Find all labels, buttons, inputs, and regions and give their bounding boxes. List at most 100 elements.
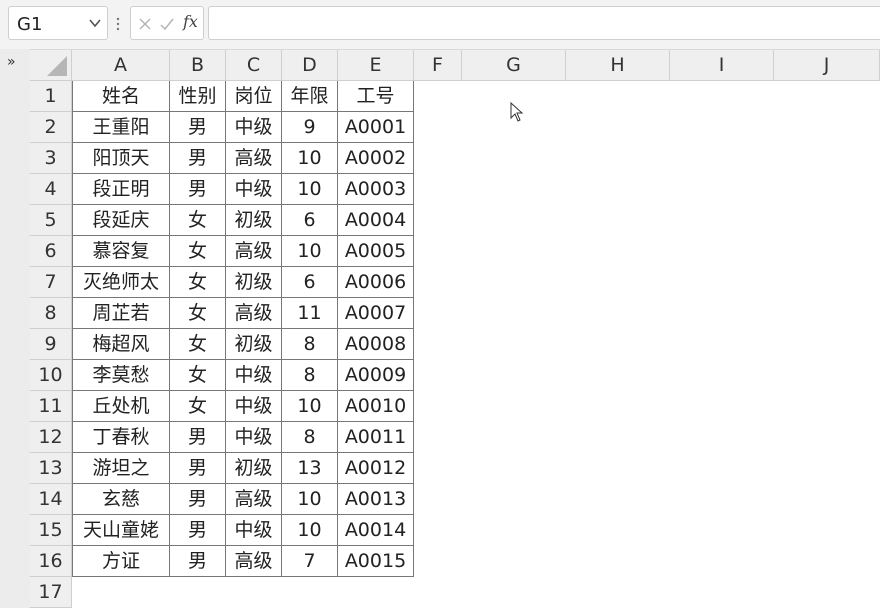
- table-cell[interactable]: 10: [282, 174, 338, 205]
- table-cell[interactable]: 10: [282, 515, 338, 546]
- table-cell[interactable]: 女: [170, 236, 226, 267]
- table-cell[interactable]: 阳顶天: [72, 143, 170, 174]
- table-cell[interactable]: 慕容复: [72, 236, 170, 267]
- empty-cell[interactable]: [72, 577, 170, 608]
- check-icon[interactable]: [159, 16, 175, 32]
- cancel-icon[interactable]: [137, 16, 153, 32]
- table-cell[interactable]: 高级: [226, 546, 282, 577]
- row-header-14[interactable]: 14: [30, 484, 72, 515]
- row-header-8[interactable]: 8: [30, 298, 72, 329]
- table-cell[interactable]: 游坦之: [72, 453, 170, 484]
- table-cell[interactable]: 8: [282, 360, 338, 391]
- table-cell[interactable]: 中级: [226, 174, 282, 205]
- table-cell[interactable]: 李莫愁: [72, 360, 170, 391]
- table-cell[interactable]: 13: [282, 453, 338, 484]
- column-header-d[interactable]: D: [282, 50, 338, 81]
- header-cell[interactable]: 工号: [338, 81, 414, 112]
- table-cell[interactable]: 初级: [226, 453, 282, 484]
- table-cell[interactable]: 11: [282, 298, 338, 329]
- row-header-2[interactable]: 2: [30, 112, 72, 143]
- table-cell[interactable]: 高级: [226, 236, 282, 267]
- row-header-10[interactable]: 10: [30, 360, 72, 391]
- table-cell[interactable]: 7: [282, 546, 338, 577]
- row-header-16[interactable]: 16: [30, 546, 72, 577]
- drag-handle-icon[interactable]: [116, 17, 120, 31]
- row-header-4[interactable]: 4: [30, 174, 72, 205]
- table-cell[interactable]: 女: [170, 267, 226, 298]
- row-header-6[interactable]: 6: [30, 236, 72, 267]
- table-cell[interactable]: 丁春秋: [72, 422, 170, 453]
- table-cell[interactable]: A0012: [338, 453, 414, 484]
- row-header-3[interactable]: 3: [30, 143, 72, 174]
- table-cell[interactable]: 女: [170, 360, 226, 391]
- chevron-down-icon[interactable]: [89, 18, 101, 28]
- table-cell[interactable]: 女: [170, 329, 226, 360]
- column-header-h[interactable]: H: [566, 50, 670, 81]
- column-header-e[interactable]: E: [338, 50, 414, 81]
- table-cell[interactable]: 女: [170, 298, 226, 329]
- row-header-11[interactable]: 11: [30, 391, 72, 422]
- table-cell[interactable]: 10: [282, 143, 338, 174]
- table-cell[interactable]: 中级: [226, 391, 282, 422]
- select-all-button[interactable]: [30, 50, 72, 81]
- table-cell[interactable]: A0009: [338, 360, 414, 391]
- table-cell[interactable]: A0010: [338, 391, 414, 422]
- row-header-13[interactable]: 13: [30, 453, 72, 484]
- table-cell[interactable]: A0015: [338, 546, 414, 577]
- table-cell[interactable]: A0013: [338, 484, 414, 515]
- table-cell[interactable]: 高级: [226, 143, 282, 174]
- table-cell[interactable]: 丘处机: [72, 391, 170, 422]
- row-header-5[interactable]: 5: [30, 205, 72, 236]
- row-header-15[interactable]: 15: [30, 515, 72, 546]
- table-cell[interactable]: 男: [170, 453, 226, 484]
- table-cell[interactable]: 中级: [226, 422, 282, 453]
- fx-icon[interactable]: fx: [183, 12, 198, 31]
- table-cell[interactable]: A0002: [338, 143, 414, 174]
- header-cell[interactable]: 年限: [282, 81, 338, 112]
- table-cell[interactable]: 初级: [226, 205, 282, 236]
- column-header-a[interactable]: A: [72, 50, 170, 81]
- table-cell[interactable]: 玄慈: [72, 484, 170, 515]
- table-cell[interactable]: A0003: [338, 174, 414, 205]
- table-cell[interactable]: 6: [282, 267, 338, 298]
- table-cell[interactable]: 天山童姥: [72, 515, 170, 546]
- row-header-7[interactable]: 7: [30, 267, 72, 298]
- table-cell[interactable]: A0005: [338, 236, 414, 267]
- header-cell[interactable]: 姓名: [72, 81, 170, 112]
- table-cell[interactable]: 6: [282, 205, 338, 236]
- row-header-1[interactable]: 1: [30, 81, 72, 112]
- row-header-12[interactable]: 12: [30, 422, 72, 453]
- table-cell[interactable]: 中级: [226, 112, 282, 143]
- table-cell[interactable]: 高级: [226, 298, 282, 329]
- column-header-c[interactable]: C: [226, 50, 282, 81]
- table-cell[interactable]: 8: [282, 422, 338, 453]
- table-cell[interactable]: A0006: [338, 267, 414, 298]
- table-cell[interactable]: 10: [282, 391, 338, 422]
- table-cell[interactable]: 段延庆: [72, 205, 170, 236]
- table-cell[interactable]: 男: [170, 546, 226, 577]
- header-cell[interactable]: 性别: [170, 81, 226, 112]
- table-cell[interactable]: 男: [170, 515, 226, 546]
- table-cell[interactable]: A0001: [338, 112, 414, 143]
- column-header-f[interactable]: F: [414, 50, 462, 81]
- table-cell[interactable]: 10: [282, 484, 338, 515]
- table-cell[interactable]: 中级: [226, 360, 282, 391]
- table-cell[interactable]: 女: [170, 205, 226, 236]
- name-box[interactable]: G1: [8, 6, 108, 40]
- table-cell[interactable]: A0004: [338, 205, 414, 236]
- table-cell[interactable]: 男: [170, 174, 226, 205]
- column-header-i[interactable]: I: [670, 50, 774, 81]
- table-cell[interactable]: 男: [170, 112, 226, 143]
- column-header-j[interactable]: J: [774, 50, 880, 81]
- table-cell[interactable]: A0007: [338, 298, 414, 329]
- table-cell[interactable]: A0008: [338, 329, 414, 360]
- formula-input[interactable]: [208, 6, 880, 40]
- table-cell[interactable]: 梅超风: [72, 329, 170, 360]
- table-cell[interactable]: 9: [282, 112, 338, 143]
- table-cell[interactable]: 男: [170, 422, 226, 453]
- table-cell[interactable]: A0011: [338, 422, 414, 453]
- table-cell[interactable]: A0014: [338, 515, 414, 546]
- table-cell[interactable]: 段正明: [72, 174, 170, 205]
- table-cell[interactable]: 王重阳: [72, 112, 170, 143]
- table-cell[interactable]: 中级: [226, 515, 282, 546]
